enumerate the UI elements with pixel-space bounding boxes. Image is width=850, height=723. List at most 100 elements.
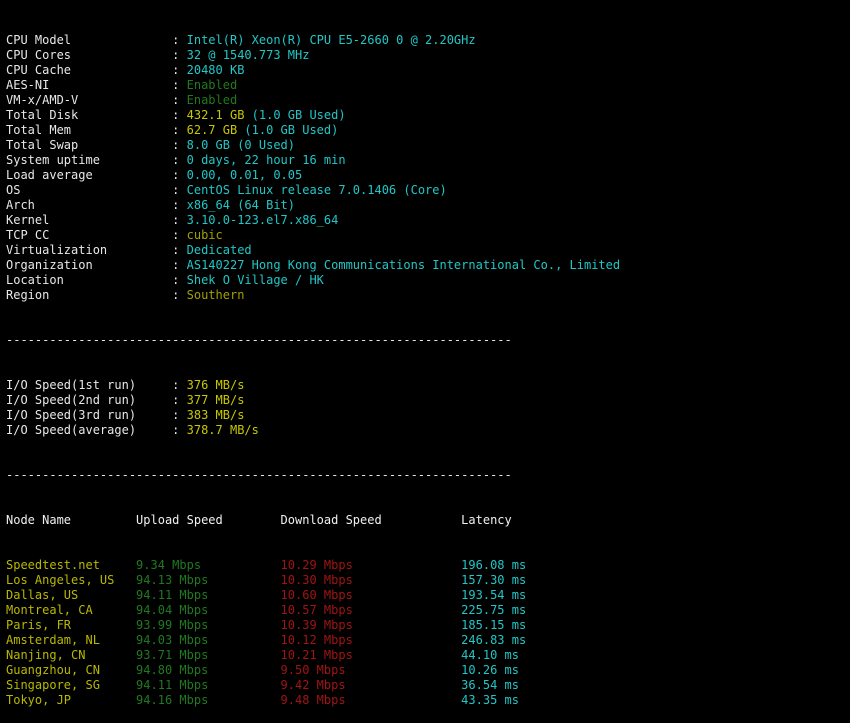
- system-info-colon: :: [172, 183, 187, 197]
- io-speed-colon: :: [172, 378, 187, 392]
- network-test-row: Paris, FR 93.99 Mbps 10.39 Mbps 185.15 m…: [6, 618, 850, 633]
- network-node-name: Amsterdam, NL: [6, 633, 137, 647]
- system-info-colon: :: [172, 153, 187, 167]
- system-info-value: cubic: [186, 228, 223, 242]
- io-speed-row: I/O Speed(3rd run) : 383 MB/s: [6, 408, 850, 423]
- io-speed-colon: :: [172, 423, 187, 437]
- column-header-download-speed: Download Speed: [280, 513, 462, 527]
- network-node-name: Tokyo, JP: [6, 693, 137, 707]
- network-download-speed: 9.42 Mbps: [280, 678, 462, 692]
- system-info-row: Total Mem : 62.7 GB (1.0 GB Used): [6, 123, 850, 138]
- system-info-colon: :: [172, 213, 187, 227]
- network-download-speed: 9.48 Mbps: [280, 693, 462, 707]
- network-upload-speed: 94.16 Mbps: [136, 693, 281, 707]
- network-upload-speed: 94.11 Mbps: [136, 678, 281, 692]
- system-info-row: System uptime : 0 days, 22 hour 16 min: [6, 153, 850, 168]
- system-info-label: Total Swap: [6, 138, 173, 152]
- system-info-value: 3.10.0-123.el7.x86_64: [186, 213, 339, 227]
- system-info-colon: :: [172, 108, 187, 122]
- system-info-row: Total Swap : 8.0 GB (0 Used): [6, 138, 850, 153]
- network-upload-speed: 94.04 Mbps: [136, 603, 281, 617]
- network-upload-speed: 94.03 Mbps: [136, 633, 281, 647]
- system-info-colon: :: [172, 63, 187, 77]
- network-download-speed: 10.57 Mbps: [280, 603, 462, 617]
- system-info-colon: :: [172, 48, 187, 62]
- io-speed-colon: :: [172, 393, 187, 407]
- io-speed-label: I/O Speed(2nd run): [6, 393, 173, 407]
- system-info-value: x86_64 (64 Bit): [186, 198, 295, 212]
- network-upload-speed: 94.80 Mbps: [136, 663, 281, 677]
- network-latency: 43.35 ms: [461, 693, 519, 707]
- system-info-row: Load average : 0.00, 0.01, 0.05: [6, 168, 850, 183]
- system-info-label: System uptime: [6, 153, 173, 167]
- network-test-row: Nanjing, CN 93.71 Mbps 10.21 Mbps 44.10 …: [6, 648, 850, 663]
- column-header-upload-speed: Upload Speed: [136, 513, 281, 527]
- system-info-colon: :: [172, 243, 187, 257]
- network-test-row: Speedtest.net 9.34 Mbps 10.29 Mbps 196.0…: [6, 558, 850, 573]
- system-info-value: AS140227 Hong Kong Communications Intern…: [186, 258, 621, 272]
- network-test-row: Tokyo, JP 94.16 Mbps 9.48 Mbps 43.35 ms: [6, 693, 850, 708]
- system-info-value: Shek O Village / HK: [186, 273, 324, 287]
- column-header-latency: Latency: [461, 513, 512, 527]
- network-upload-speed: 93.71 Mbps: [136, 648, 281, 662]
- network-test-row: Dallas, US 94.11 Mbps 10.60 Mbps 193.54 …: [6, 588, 850, 603]
- system-info-label: CPU Cache: [6, 63, 173, 77]
- system-info-label: Load average: [6, 168, 173, 182]
- network-test-row: Singapore, SG 94.11 Mbps 9.42 Mbps 36.54…: [6, 678, 850, 693]
- system-info-label: CPU Model: [6, 33, 173, 47]
- system-info-label: Arch: [6, 198, 173, 212]
- network-test-column-headers: Node Name Upload Speed Download Speed La…: [6, 513, 850, 528]
- network-latency: 196.08 ms: [461, 558, 527, 572]
- io-speed-row: I/O Speed(2nd run) : 377 MB/s: [6, 393, 850, 408]
- io-speed-row: I/O Speed(average) : 378.7 MB/s: [6, 423, 850, 438]
- system-info-colon: :: [172, 138, 187, 152]
- network-latency: 157.30 ms: [461, 573, 527, 587]
- io-speed-label: I/O Speed(3rd run): [6, 408, 173, 422]
- network-upload-speed: 9.34 Mbps: [136, 558, 281, 572]
- system-info-row: Region : Southern: [6, 288, 850, 303]
- network-download-speed: 10.39 Mbps: [280, 618, 462, 632]
- network-node-name: Montreal, CA: [6, 603, 137, 617]
- system-info-label: Region: [6, 288, 173, 302]
- system-info-colon: :: [172, 273, 187, 287]
- system-info-label: TCP CC: [6, 228, 173, 242]
- separator-line-1: ----------------------------------------…: [6, 333, 512, 347]
- system-info-row: Virtualization : Dedicated: [6, 243, 850, 258]
- terminal-output[interactable]: CPU Model : Intel(R) Xeon(R) CPU E5-2660…: [0, 0, 850, 707]
- system-info-row: TCP CC : cubic: [6, 228, 850, 243]
- network-node-name: Nanjing, CN: [6, 648, 137, 662]
- system-info-colon: :: [172, 198, 187, 212]
- network-node-name: Guangzhou, CN: [6, 663, 137, 677]
- network-test-row: Los Angeles, US 94.13 Mbps 10.30 Mbps 15…: [6, 573, 850, 588]
- system-info-row: AES-NI : Enabled: [6, 78, 850, 93]
- network-test-row: Amsterdam, NL 94.03 Mbps 10.12 Mbps 246.…: [6, 633, 850, 648]
- system-info-label: Location: [6, 273, 173, 287]
- system-info-label: Virtualization: [6, 243, 173, 257]
- io-speed-label: I/O Speed(1st run): [6, 378, 173, 392]
- network-test-row: Montreal, CA 94.04 Mbps 10.57 Mbps 225.7…: [6, 603, 850, 618]
- system-info-label: AES-NI: [6, 78, 173, 92]
- system-info-value: Enabled: [186, 78, 238, 92]
- io-speed-value: 378.7 MB/s: [186, 423, 259, 437]
- system-info-colon: :: [172, 228, 187, 242]
- network-download-speed: 10.21 Mbps: [280, 648, 462, 662]
- network-latency: 44.10 ms: [461, 648, 519, 662]
- system-info-row: VM-x/AMD-V : Enabled: [6, 93, 850, 108]
- system-info-value: 432.1 GB: [186, 108, 245, 122]
- io-speed-value: 383 MB/s: [186, 408, 245, 422]
- io-speed-value: 377 MB/s: [186, 393, 245, 407]
- network-latency: 246.83 ms: [461, 633, 527, 647]
- system-info-value: 8.0 GB (0 Used): [186, 138, 295, 152]
- system-info-value: 32 @ 1540.773 MHz: [186, 48, 310, 62]
- system-info-colon: :: [172, 33, 187, 47]
- system-info-value: 20480 KB: [186, 63, 245, 77]
- system-info-colon: :: [172, 288, 187, 302]
- system-info-row: Total Disk : 432.1 GB (1.0 GB Used): [6, 108, 850, 123]
- network-download-speed: 10.29 Mbps: [280, 558, 462, 572]
- system-info-value: Southern: [186, 288, 245, 302]
- separator-line-2: ----------------------------------------…: [6, 468, 512, 482]
- network-latency: 193.54 ms: [461, 588, 527, 602]
- system-info-value-secondary: (1.0 GB Used): [244, 108, 346, 122]
- network-upload-speed: 94.13 Mbps: [136, 573, 281, 587]
- system-info-value: 0.00, 0.01, 0.05: [186, 168, 303, 182]
